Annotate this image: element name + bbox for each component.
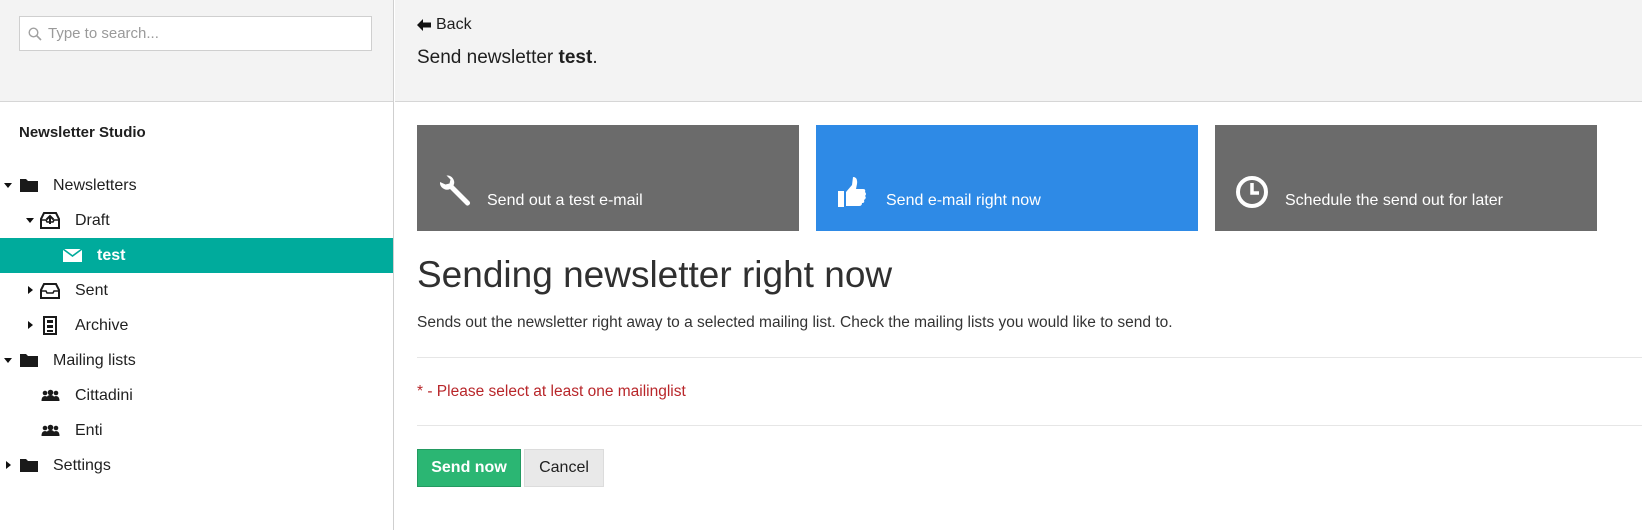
clock-icon	[1235, 175, 1269, 214]
inbox-upload-icon	[40, 211, 60, 229]
folder-icon	[20, 177, 38, 192]
page-title-name: test	[558, 47, 593, 68]
wrench-icon	[437, 175, 471, 214]
search-icon	[28, 26, 42, 41]
cancel-button[interactable]: Cancel	[524, 449, 604, 487]
page-title-prefix: Send newsletter	[417, 47, 559, 68]
tile-label: Schedule the send out for later	[1285, 192, 1503, 209]
users-icon	[41, 389, 60, 402]
schedule-tile[interactable]: Schedule the send out for later	[1215, 125, 1597, 231]
caret-right-icon[interactable]	[6, 461, 11, 469]
tree-item-label: Cittadini	[75, 386, 133, 404]
main-header: Back Send newsletter test.	[395, 0, 1642, 102]
tree-item-settings[interactable]: Settings	[0, 448, 393, 483]
tree-item-label: Draft	[75, 211, 110, 229]
divider	[417, 425, 1642, 426]
search-box[interactable]	[19, 16, 372, 51]
send-now-tile[interactable]: Send e-mail right now	[816, 125, 1198, 231]
main-panel: Back Send newsletter test. Send out a te…	[395, 0, 1642, 530]
search-input[interactable]	[48, 25, 348, 42]
sidebar: Newsletter Studio Newsletters	[0, 0, 394, 530]
caret-right-icon[interactable]	[28, 286, 33, 294]
send-options: Send out a test e-mail Send e-mail right…	[417, 125, 1614, 231]
tree-item-label: Archive	[75, 316, 129, 334]
send-now-button[interactable]: Send now	[417, 449, 521, 487]
send-test-tile[interactable]: Send out a test e-mail	[417, 125, 799, 231]
tree-item-label: Enti	[75, 421, 103, 439]
tree-item-enti[interactable]: Enti	[0, 413, 393, 448]
section-description: Sends out the newsletter right away to a…	[417, 314, 1173, 331]
tree-item-sent[interactable]: Sent	[0, 273, 393, 308]
folder-icon	[20, 352, 38, 367]
tree-item-label: Mailing lists	[53, 351, 136, 369]
tree-item-newsletters[interactable]: Newsletters	[0, 168, 393, 203]
back-label: Back	[436, 16, 472, 33]
tree-item-cittadini[interactable]: Cittadini	[0, 378, 393, 413]
page-title: Send newsletter test.	[417, 47, 598, 69]
section-heading: Sending newsletter right now	[417, 254, 893, 295]
caret-down-icon[interactable]	[26, 218, 34, 223]
tree-item-label: Newsletters	[53, 176, 137, 194]
tree-item-test[interactable]: test	[0, 238, 393, 273]
arrow-left-icon	[417, 19, 431, 31]
caret-down-icon[interactable]	[4, 183, 12, 188]
divider	[417, 357, 1642, 358]
envelope-icon	[63, 249, 82, 262]
tree-item-label: Sent	[75, 281, 108, 299]
caret-right-icon[interactable]	[28, 321, 33, 329]
search-area	[0, 0, 393, 102]
tree-item-draft[interactable]: Draft	[0, 203, 393, 238]
tree-item-mailing-lists[interactable]: Mailing lists	[0, 343, 393, 378]
folder-icon	[20, 457, 38, 472]
inbox-icon	[40, 282, 60, 299]
page-title-suffix: .	[592, 47, 598, 68]
navigation-tree: Newsletters Draft test Sent Archive Mail…	[0, 168, 393, 483]
users-icon	[41, 424, 60, 437]
back-link[interactable]: Back	[417, 16, 472, 34]
app: Newsletter Studio Newsletters	[0, 0, 1642, 530]
caret-down-icon[interactable]	[4, 358, 12, 363]
thumbs-up-icon	[836, 175, 866, 214]
validation-error: * - Please select at least one mailingli…	[417, 383, 686, 400]
tree-item-label: Settings	[53, 456, 111, 474]
archive-icon	[43, 316, 57, 335]
tree-item-archive[interactable]: Archive	[0, 308, 393, 343]
tree-title: Newsletter Studio	[19, 124, 146, 141]
tile-label: Send e-mail right now	[886, 192, 1041, 209]
tree-item-label: test	[97, 246, 126, 264]
tile-label: Send out a test e-mail	[487, 192, 643, 209]
